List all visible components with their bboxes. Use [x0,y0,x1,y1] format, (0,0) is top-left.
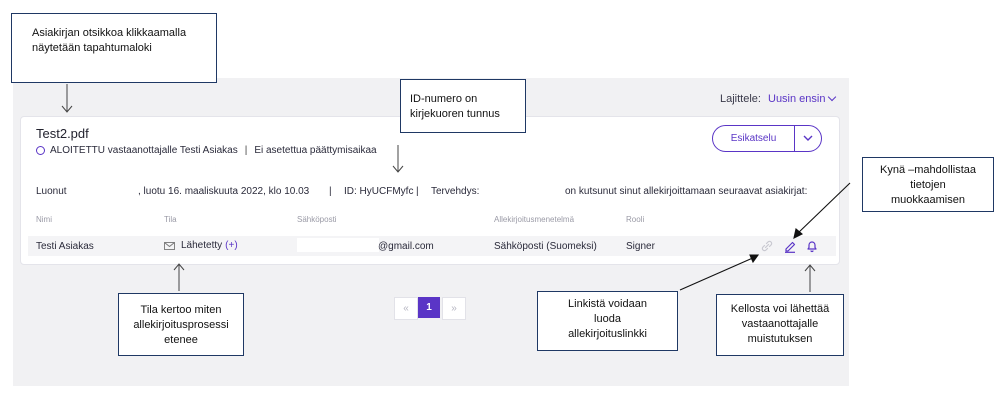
arrow-to-id [392,145,404,173]
arrow-to-pencil [793,182,851,240]
arrow-to-bell [804,264,816,292]
arrow-to-state [173,263,185,291]
arrow-to-link [679,254,760,291]
annotation-arrows [61,84,851,292]
arrow-to-title [61,84,73,113]
